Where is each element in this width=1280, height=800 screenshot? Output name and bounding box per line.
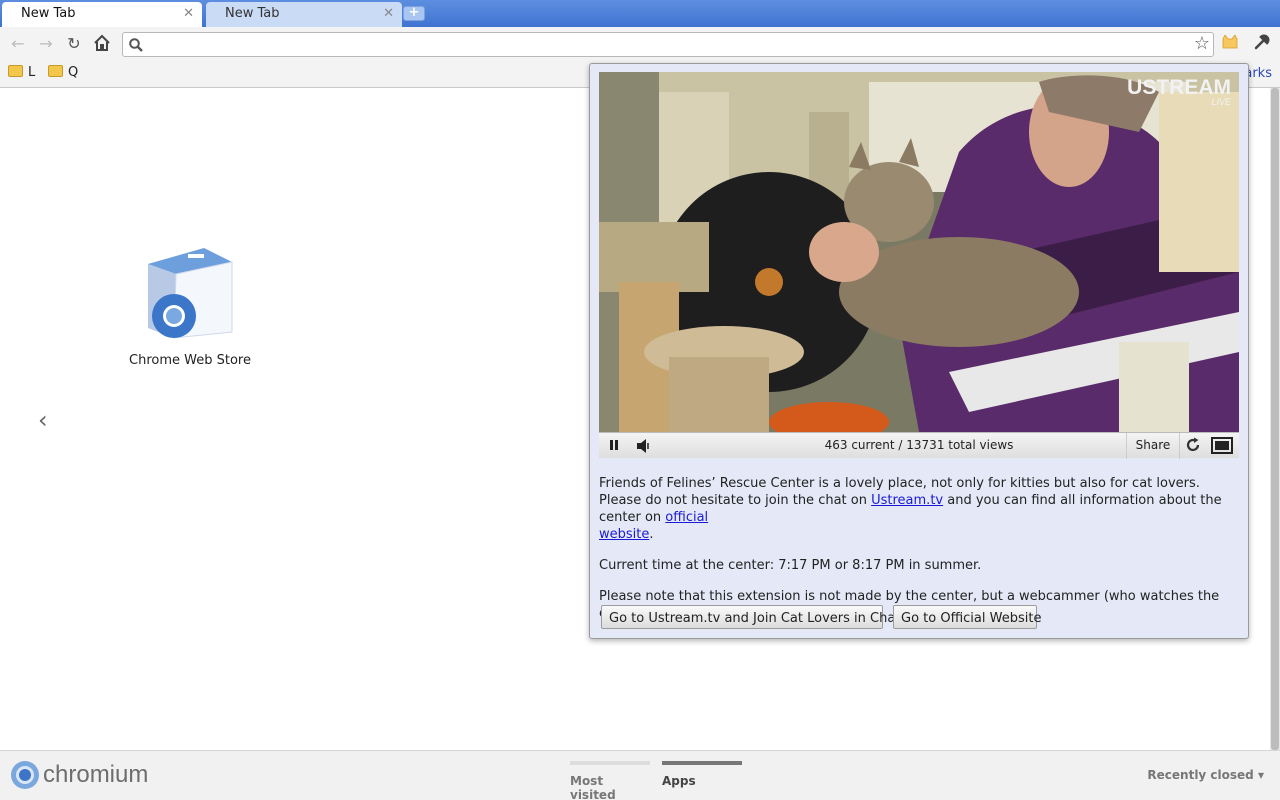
new-tab-button[interactable]: + xyxy=(403,6,425,21)
tab-strip: New Tab ✕ New Tab ✕ + xyxy=(0,0,1280,27)
cat-extension-icon[interactable] xyxy=(1222,35,1238,49)
tab-close-icon[interactable]: ✕ xyxy=(383,6,394,21)
omnibox-input[interactable] xyxy=(151,35,1181,54)
ustream-brand: USTREAM xyxy=(1127,76,1231,99)
ntp-footer: chromium Most visited Apps Recently clos… xyxy=(0,750,1280,800)
toolbar: ← → ↻ ☆ xyxy=(0,27,1280,61)
bookmark-folder-l[interactable]: L xyxy=(8,65,35,80)
scrollbar-thumb[interactable] xyxy=(1271,88,1279,750)
folder-icon xyxy=(48,65,63,77)
fullscreen-icon[interactable] xyxy=(1211,437,1233,454)
tab-title: New Tab xyxy=(21,6,76,21)
live-indicator: LIVE xyxy=(1211,97,1232,107)
tab-title: New Tab xyxy=(225,6,280,21)
description-paragraph: Friends of Felines’ Rescue Center is a l… xyxy=(599,475,1239,543)
share-button[interactable]: Share xyxy=(1126,433,1180,459)
refresh-icon[interactable] xyxy=(1185,437,1201,453)
chromium-wordmark: chromium xyxy=(43,761,149,788)
go-to-ustream-chat-button[interactable]: Go to Ustream.tv and Join Cat Lovers in … xyxy=(601,605,900,629)
link-text: website xyxy=(599,527,650,542)
omnibox[interactable]: ☆ xyxy=(122,32,1214,57)
web-store-icon xyxy=(148,248,233,339)
tab-most-visited[interactable]: Most visited xyxy=(570,761,650,800)
recently-closed-label: Recently closed xyxy=(1147,768,1254,782)
forward-arrow-icon[interactable]: → xyxy=(36,34,56,54)
webcam-video[interactable]: USTREAM LIVE xyxy=(599,72,1239,432)
chromium-logo-icon xyxy=(11,761,39,789)
tab-close-icon[interactable]: ✕ xyxy=(183,6,194,21)
reload-icon[interactable]: ↻ xyxy=(64,34,84,54)
tab-apps[interactable]: Apps xyxy=(662,761,742,788)
go-to-official-website-button[interactable]: Go to Official Website xyxy=(893,605,1041,629)
home-icon[interactable] xyxy=(92,34,112,54)
webcam-video-frame: USTREAM LIVE xyxy=(599,72,1239,432)
current-time-paragraph: Current time at the center: 7:17 PM or 8… xyxy=(599,558,982,573)
wrench-icon[interactable] xyxy=(1253,33,1271,51)
back-arrow-icon[interactable]: ← xyxy=(8,34,28,54)
paragraph-text: . xyxy=(649,527,654,542)
previous-page-arrow-icon[interactable]: ‹ xyxy=(38,406,48,434)
chevron-down-icon: ▾ xyxy=(1257,768,1264,782)
tab-new-tab-active[interactable]: New Tab ✕ xyxy=(2,2,202,27)
bookmark-label: Q xyxy=(68,65,79,80)
scrollbar[interactable] xyxy=(1270,88,1280,750)
folder-icon xyxy=(8,65,23,77)
player-controls: 463 current / 13731 total views Share xyxy=(599,432,1239,459)
app-chrome-web-store[interactable]: Chrome Web Store xyxy=(120,238,260,378)
search-icon xyxy=(129,38,143,52)
bookmark-folder-q[interactable]: Q xyxy=(48,65,78,80)
app-label: Chrome Web Store xyxy=(129,353,251,368)
star-icon[interactable]: ☆ xyxy=(1194,34,1210,54)
extension-popup: USTREAM LIVE 463 current / 13731 total v… xyxy=(589,63,1249,639)
link-text: official xyxy=(665,510,709,525)
bookmark-label: L xyxy=(28,65,36,80)
recently-closed-menu[interactable]: Recently closed ▾ xyxy=(1147,768,1264,782)
tab-new-tab[interactable]: New Tab ✕ xyxy=(206,2,402,27)
ustream-link[interactable]: Ustream.tv xyxy=(871,493,943,508)
